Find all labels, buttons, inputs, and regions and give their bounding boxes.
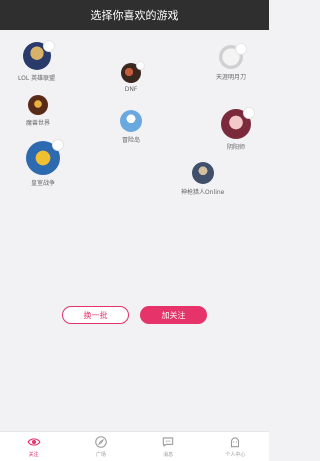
select-check-icon[interactable] (52, 139, 64, 151)
tab-label: 消息 (163, 452, 174, 458)
eye-icon (27, 438, 41, 446)
game-item-maplestory[interactable]: 冒险岛 (120, 110, 142, 144)
tab-profile[interactable]: 个人中心 (202, 432, 269, 461)
person-icon (231, 437, 240, 448)
game-avatar (26, 139, 64, 175)
select-check-icon[interactable] (42, 40, 55, 52)
game-avatar (121, 61, 145, 83)
compass-icon (95, 436, 107, 448)
game-name: DNF (124, 86, 138, 93)
tab-label: 个人中心 (225, 452, 246, 458)
game-avatar (120, 110, 142, 132)
game-avatar (28, 95, 48, 115)
game-name: 魔兽世界 (26, 120, 51, 127)
bottom-tab-bar: 关注 广场 消息 个人中心 (0, 431, 269, 461)
game-avatar (219, 43, 247, 69)
game-avatar (191, 162, 214, 184)
select-check-icon[interactable] (136, 61, 145, 70)
game-avatar (221, 107, 255, 139)
change-batch-button[interactable]: 换一批 (62, 306, 129, 324)
game-name: 神枪猎人Online (181, 189, 225, 196)
tab-follow[interactable]: 关注 (0, 432, 67, 461)
game-item-hunter[interactable]: 神枪猎人Online (181, 162, 224, 196)
select-check-icon[interactable] (235, 43, 247, 55)
header-bar: 选择你喜欢的游戏 (0, 0, 269, 30)
game-name: 皇室战争 (30, 180, 55, 187)
select-check-icon[interactable] (243, 107, 255, 119)
game-item-onmyoji[interactable]: 阴阳师 (221, 107, 255, 151)
game-name: LOL 英雄联盟 (18, 75, 56, 82)
tab-label: 广场 (95, 452, 106, 458)
game-item-clash-royale[interactable]: 皇室战争 (26, 139, 64, 187)
page-title: 选择你喜欢的游戏 (90, 9, 179, 22)
chat-icon (162, 437, 174, 447)
game-avatar (22, 40, 55, 70)
game-item-tianya[interactable]: 天涯明月刀 (216, 43, 247, 81)
game-item-dnf[interactable]: DNF (121, 61, 145, 93)
tab-messages[interactable]: 消息 (135, 432, 202, 461)
tab-label: 关注 (28, 452, 39, 458)
game-item-wow[interactable]: 魔兽世界 (26, 95, 50, 127)
game-item-lol[interactable]: LOL 英雄联盟 (18, 40, 56, 82)
game-name: 冒险岛 (121, 137, 140, 144)
game-name: 阴阳师 (226, 144, 245, 151)
game-name: 天涯明月刀 (216, 74, 247, 81)
tab-square[interactable]: 广场 (67, 432, 134, 461)
follow-button[interactable]: 加关注 (140, 306, 207, 324)
